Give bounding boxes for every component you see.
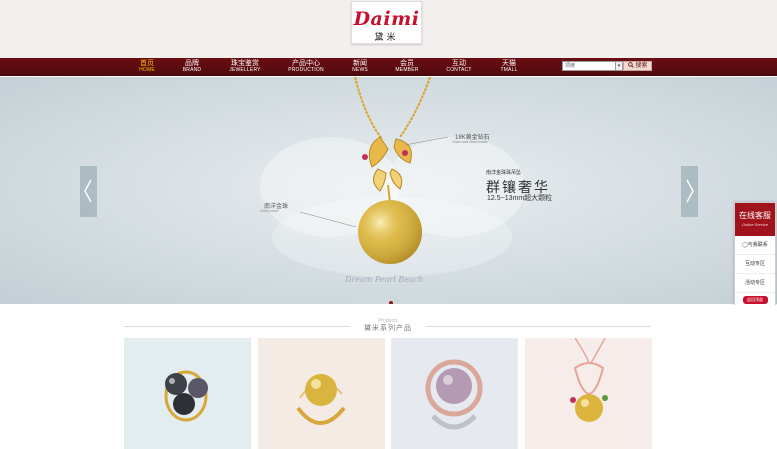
- slide-dot[interactable]: [389, 301, 393, 304]
- hero-banner[interactable]: 18K黄金钻石 Gold and Diamonds 南洋金珠 Gold pear…: [0, 77, 777, 304]
- service-link-label: 与我联系: [747, 242, 768, 248]
- online-service-panel: 在线客服 Online Service ◯与我联系 互动专区 活动专区 返回顶部: [734, 202, 776, 311]
- slider-indicators: [389, 292, 396, 304]
- nav-label-zh: 新闻: [353, 60, 367, 67]
- chevron-down-icon: ▾: [617, 63, 621, 69]
- nav-item-news[interactable]: 新闻 NEWS: [349, 60, 371, 74]
- search-dropdown-toggle[interactable]: ▾: [616, 61, 623, 71]
- nav-label-en: TMALL: [500, 67, 518, 73]
- callout-diamond-en: Gold and Diamonds: [452, 139, 488, 144]
- service-header: 在线客服 Online Service: [735, 203, 775, 236]
- pendant-illustration: [260, 77, 525, 277]
- search-icon: [627, 62, 634, 68]
- nav-label-en: MEMBER: [395, 67, 419, 73]
- nav-label-zh: 产品中心: [292, 60, 320, 67]
- service-link-interactive[interactable]: 互动专区: [735, 255, 775, 274]
- slider-next-button[interactable]: [681, 166, 698, 217]
- section-title: 黛米系列产品: [364, 325, 412, 332]
- product-card-gold-ring[interactable]: [258, 338, 385, 449]
- callout-pearl-en: Gold pearl: [260, 208, 279, 213]
- nav-label-zh: 珠宝鉴赏: [231, 60, 259, 67]
- section-heading: Products 黛米系列产品: [350, 318, 426, 333]
- nav-item-home[interactable]: 首页 HOME: [136, 60, 158, 74]
- logo-wordmark: Daimi: [353, 8, 420, 30]
- nav-label-zh: 品牌: [185, 60, 199, 67]
- nav-label-en: BRAND: [182, 67, 202, 73]
- ring-image: [258, 338, 385, 449]
- nav-label-en: HOME: [139, 67, 155, 73]
- nav-item-jewellery[interactable]: 珠宝鉴赏 JEWELLERY: [228, 60, 262, 74]
- nav-label-en: JEWELLERY: [229, 67, 261, 73]
- spec-text: 12.5~13mm超大颗粒: [487, 195, 553, 202]
- brand-logo[interactable]: Daimi 黛米: [351, 1, 422, 44]
- pendant-image: [525, 338, 652, 449]
- chevron-right-icon: [686, 179, 694, 203]
- ring-image: [124, 338, 251, 449]
- nav-label-en: PRODUCTION: [288, 67, 324, 73]
- nav-label-en: NEWS: [352, 67, 368, 73]
- nav-label-en: CONTACT: [446, 67, 472, 73]
- product-card-gold-pendant[interactable]: [525, 338, 652, 449]
- nav-label-zh: 互动: [452, 60, 466, 67]
- nav-item-member[interactable]: 会员 MEMBER: [395, 60, 419, 74]
- nav-label-zh: 会员: [400, 60, 414, 67]
- service-subtitle: Online Service: [741, 222, 768, 227]
- header-bar: Daimi 黛米: [0, 0, 777, 58]
- chevron-left-icon: [84, 179, 92, 203]
- main-nav: 首页 HOME 品牌 BRAND 珠宝鉴赏 JEWELLERY 产品中心 PRO…: [0, 58, 777, 76]
- search-input[interactable]: 项链: [562, 61, 616, 71]
- product-card-tahitian-ring[interactable]: [124, 338, 251, 449]
- products-section: Products 黛米系列产品: [0, 305, 777, 449]
- nav-label-zh: 天猫: [502, 60, 516, 67]
- nav-item-contact[interactable]: 互动 CONTACT: [445, 60, 473, 74]
- service-title: 在线客服: [739, 211, 771, 220]
- slider-prev-button[interactable]: [80, 166, 97, 217]
- nav-item-production[interactable]: 产品中心 PRODUCTION: [288, 60, 324, 74]
- service-link-events[interactable]: 活动专区: [735, 274, 775, 293]
- nav-item-brand[interactable]: 品牌 BRAND: [180, 60, 204, 74]
- search-button-label: 搜索: [635, 63, 648, 69]
- nav-label-zh: 首页: [140, 60, 154, 67]
- ring-image: [391, 338, 518, 449]
- search-button[interactable]: 搜索: [623, 61, 652, 71]
- product-card-lavender-ring[interactable]: [391, 338, 518, 449]
- series-label: 南洋金珠珠吊坠: [486, 170, 522, 176]
- nav-item-tmall[interactable]: 天猫 TMALL: [498, 60, 520, 74]
- script-caption: Dream Pearl Beach: [345, 275, 424, 284]
- service-link-contact[interactable]: ◯与我联系: [735, 236, 775, 255]
- logo-subtitle: 黛米: [374, 32, 399, 42]
- back-to-top-button[interactable]: 返回顶部: [742, 296, 768, 304]
